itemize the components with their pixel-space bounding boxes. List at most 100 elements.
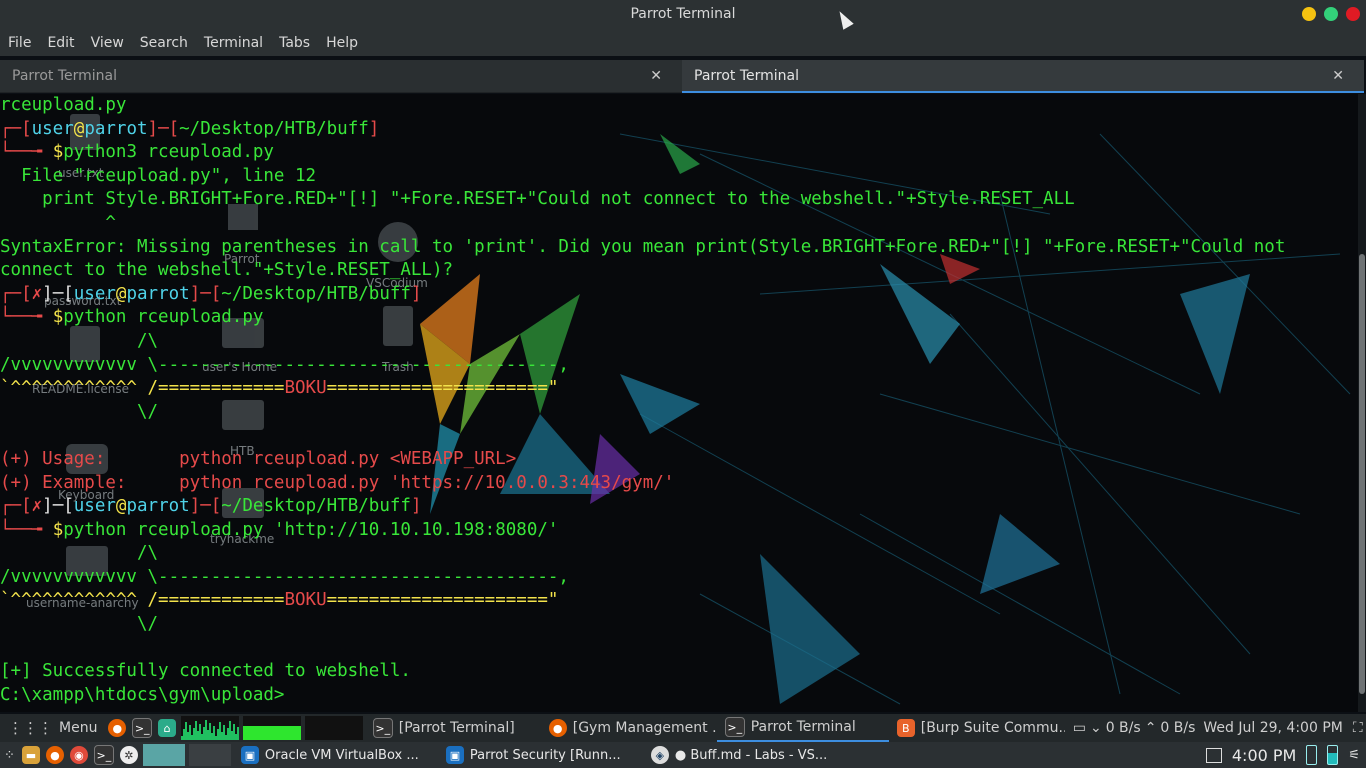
terminal-line: connect to the webshell."+Style.RESET_AL…: [0, 259, 1285, 283]
menu-file[interactable]: File: [8, 35, 31, 51]
terminal-text: ~/Desktop/HTB/buff: [221, 496, 411, 517]
taskbar-window-0[interactable]: ▣ Oracle VM VirtualBox ...: [233, 742, 438, 768]
taskbar-window-2[interactable]: >_ Parrot Terminal: [716, 714, 889, 742]
volume-icon[interactable]: [1327, 745, 1339, 765]
terminal-line: /\: [0, 542, 1285, 566]
taskbar-window-1[interactable]: ● [Gym Management ...: [541, 714, 717, 742]
window-titlebar[interactable]: Parrot Terminal: [0, 0, 1366, 30]
virtualbox-icon: ▣: [240, 746, 259, 764]
terminal-text: [+] Successfully connected to webshell.: [0, 661, 411, 682]
minimize-button[interactable]: [1302, 7, 1316, 21]
terminal-text: /vvvvvvvvvvvv \-------------------------…: [0, 566, 569, 587]
menu-view[interactable]: View: [91, 35, 124, 51]
terminal-text: \/: [0, 401, 159, 422]
taskbar-window-2[interactable]: ◈ ● Buff.md - Labs - VS...: [643, 742, 848, 768]
terminal-text: =====================": [326, 590, 559, 611]
maximize-button[interactable]: [1324, 7, 1338, 21]
start-menu-button[interactable]: ⋮⋮⋮ Menu: [0, 714, 105, 742]
terminal-text: (+) Usage: python rceupload.py <WEBAPP_U…: [0, 448, 517, 469]
terminal-line: `^^^^^^^^^^^^ /============BOKU=========…: [0, 377, 1285, 401]
display-icon[interactable]: ▭: [1073, 720, 1086, 736]
files-launcher[interactable]: ⌂: [155, 714, 179, 742]
terminal-launcher[interactable]: >_: [129, 714, 155, 742]
folder-icon: ▬: [21, 746, 40, 764]
activities-button[interactable]: ⁘: [0, 742, 19, 768]
terminal-icon: >_: [132, 718, 153, 738]
close-button[interactable]: [1346, 7, 1360, 21]
terminal-text: SyntaxError: Missing parentheses in call…: [0, 236, 1286, 257]
taskbar-window-0[interactable]: >_ [Parrot Terminal]: [365, 714, 541, 742]
expand-icon[interactable]: ⛶: [1353, 720, 1363, 736]
terminal-text: `^^^^^^^^^^^^ /============: [0, 378, 285, 399]
menu-terminal[interactable]: Terminal: [204, 35, 263, 51]
terminal-text: └──╼: [0, 307, 53, 328]
tab-parrot-terminal-1[interactable]: Parrot Terminal ✕: [0, 60, 682, 93]
settings-launcher[interactable]: ✲: [117, 742, 141, 768]
panel-bottom: ⁘ ▬ ● ◉ >_ ✲ ▣ Oracle VM VirtualBox ... ▣ P…: [0, 742, 1366, 768]
tray-menu-icon[interactable]: ⚟: [1348, 748, 1360, 763]
menu-help[interactable]: Help: [326, 35, 358, 51]
terminal-text: (+) Example: python rceupload.py 'https:…: [0, 472, 675, 493]
terminal-line: [+] Successfully connected to webshell.: [0, 660, 1285, 684]
firefox-launcher-2[interactable]: ●: [43, 742, 67, 768]
taskbar-window-3[interactable]: B [Burp Suite Commu...: [889, 714, 1065, 742]
taskbar-window-label: Parrot Terminal: [750, 719, 856, 735]
terminal-text: ┌─[: [0, 118, 32, 139]
close-tab-icon[interactable]: ✕: [1332, 68, 1344, 84]
menu-tabs[interactable]: Tabs: [279, 35, 310, 51]
terminal-line: └──╼ $python3 rceupload.py: [0, 141, 1285, 165]
terminal-text: C:\xampp\htdocs\gym\upload>: [0, 684, 285, 705]
workspace-1[interactable]: [142, 744, 185, 766]
taskbar-window-label: [Parrot Terminal]: [398, 720, 515, 736]
workspace-2[interactable]: [188, 744, 231, 766]
terminal-text: /\: [0, 543, 159, 564]
terminal-text: parrot: [126, 283, 190, 304]
taskbar-window-label: Parrot Security [Runn...: [469, 747, 621, 763]
terminal-scrollbar[interactable]: [1358, 94, 1366, 712]
taskbar-window-label: [Gym Management ...: [572, 720, 717, 736]
chrome-icon: ◉: [69, 746, 88, 764]
burp-icon: B: [896, 719, 915, 737]
show-desktop-icon[interactable]: [1205, 747, 1222, 763]
terminal-line: ┌─[✗]─[user@parrot]─[~/Desktop/HTB/buff]: [0, 283, 1285, 307]
terminal-text: parrot: [84, 118, 148, 139]
terminal-text: ]: [410, 496, 422, 517]
vscode-icon: ◈: [650, 746, 669, 764]
terminal-text: ┌─[: [0, 496, 32, 517]
taskbar-window-label: [Burp Suite Commu...: [920, 720, 1065, 736]
clock[interactable]: Wed Jul 29, 4:00 PM: [1203, 720, 1342, 736]
terminal-line: /\: [0, 330, 1285, 354]
terminal-text: ✗: [31, 283, 43, 304]
terminal-icon: >_: [724, 717, 745, 737]
terminal-line: \/: [0, 613, 1285, 637]
apps-icon: ⁘: [4, 747, 15, 763]
terminal-line: /vvvvvvvvvvvv \-------------------------…: [0, 566, 1285, 590]
scrollbar-thumb[interactable]: [1359, 254, 1365, 694]
terminal-line: print Style.BRIGHT+Fore.RED+"[!] "+Fore.…: [0, 188, 1285, 212]
chrome-launcher[interactable]: ◉: [67, 742, 91, 768]
terminal-text: └──╼: [0, 519, 53, 540]
menu-label: Menu: [59, 720, 98, 736]
close-tab-icon[interactable]: ✕: [650, 68, 662, 84]
tab-parrot-terminal-2[interactable]: Parrot Terminal ✕: [682, 60, 1364, 93]
firefox-launcher[interactable]: ●: [105, 714, 129, 742]
menu-edit[interactable]: Edit: [47, 35, 74, 51]
grid-menu-icon: ⋮⋮⋮: [8, 719, 53, 737]
terminal-text: ✗: [31, 496, 43, 517]
terminal-line: `^^^^^^^^^^^^ /============BOKU=========…: [0, 589, 1285, 613]
menu-search[interactable]: Search: [140, 35, 188, 51]
taskbar-window-1[interactable]: ▣ Parrot Security [Runn...: [438, 742, 643, 768]
terminal-text: BOKU: [284, 590, 327, 611]
firefox-icon: ●: [45, 746, 64, 764]
terminal-area[interactable]: user.txt Parrot VSCodium password.txt us…: [0, 94, 1358, 712]
terminal-text: @: [115, 283, 127, 304]
tab-label: Parrot Terminal: [694, 67, 800, 84]
terminal-text: ┌─[: [0, 283, 32, 304]
menu-bar: File Edit View Search Terminal Tabs Help: [0, 30, 1366, 56]
system-tray-bottom: 4:00 PM ⚟: [1198, 742, 1366, 768]
terminal-launcher-2[interactable]: >_: [91, 742, 117, 768]
time[interactable]: 4:00 PM: [1232, 746, 1296, 765]
folder-launcher[interactable]: ▬: [19, 742, 43, 768]
network-graph: [304, 716, 363, 740]
